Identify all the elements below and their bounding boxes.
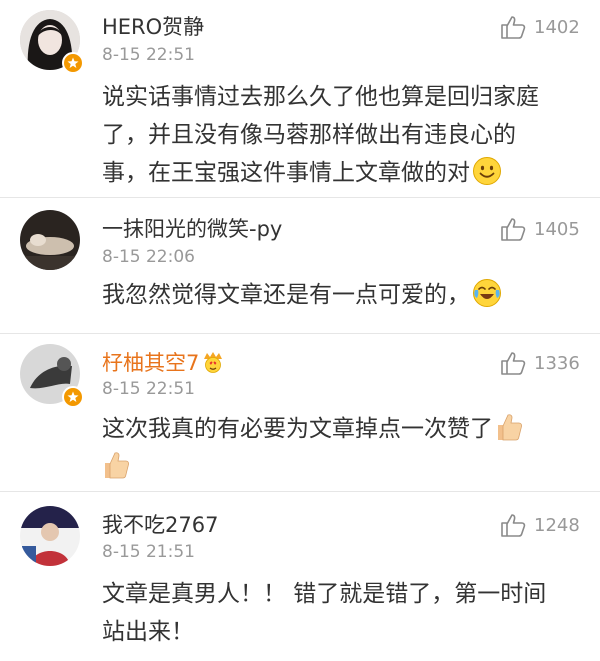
username[interactable]: HERO贺静 — [102, 14, 204, 40]
comment-text-line — [102, 448, 542, 486]
comment-item: HERO贺静 8-15 22:51 1402 说实话事情过去那么久了他也算是回归… — [0, 0, 600, 198]
thumbs-up-icon — [501, 352, 526, 375]
comment-text: 说实话事情过去那么久了他也算是回归家庭 了，并且没有像马蓉那样做出有违良心的 事… — [102, 78, 539, 192]
username[interactable]: 杍柚其空7 — [102, 350, 225, 376]
like-button[interactable]: 1248 — [500, 512, 580, 538]
verified-badge-icon — [62, 386, 84, 408]
comment-text-line: 站出来！ — [102, 619, 194, 645]
like-count: 1402 — [534, 16, 580, 38]
comment-text: 这次我真的有必要为文章掉点一次赞了 — [102, 410, 542, 486]
like-count: 1405 — [534, 218, 580, 240]
like-button[interactable]: 1405 — [500, 216, 580, 242]
thumbs-up-icon — [501, 16, 526, 39]
smile-emoji-icon — [473, 157, 501, 185]
comment-time: 8-15 22:06 — [102, 247, 195, 267]
comment-text-segment: 这次我真的有必要为文章掉点一次赞了 — [102, 416, 493, 442]
comment-text: 我忽然觉得文章还是有一点可爱的， — [102, 276, 532, 314]
comment-text-line: 了，并且没有像马蓉那样做出有违良心的 — [102, 122, 516, 148]
username-text: 杍柚其空7 — [102, 351, 200, 375]
thumbs-up-icon — [501, 514, 526, 537]
comment-text: 文章是真男人！！ 错了就是错了，第一时间 站出来！ — [102, 575, 562, 651]
thumbs-up-emoji-icon — [498, 414, 522, 441]
like-count: 1336 — [534, 352, 580, 374]
comment-text-segment: 事，在王宝强这件事情上文章做的对 — [102, 160, 470, 186]
comment-item: 一抹阳光的微笑-py 8-15 22:06 1405 我忽然觉得文章还是有一点可… — [0, 198, 600, 334]
avatar[interactable] — [20, 506, 80, 566]
comment-time: 8-15 22:51 — [102, 45, 195, 65]
thumbs-up-icon — [501, 218, 526, 241]
comment-text-line: 说实话事情过去那么久了他也算是回归家庭 — [102, 84, 539, 110]
comment-text-line: 事，在王宝强这件事情上文章做的对 — [102, 154, 532, 192]
username[interactable]: 一抹阳光的微笑-py — [102, 216, 282, 242]
avatar[interactable] — [20, 210, 80, 270]
avatar-photo — [20, 210, 80, 270]
like-button[interactable]: 1402 — [500, 14, 580, 40]
like-count: 1248 — [534, 514, 580, 536]
verified-badge-icon — [62, 52, 84, 74]
comment-time: 8-15 21:51 — [102, 542, 195, 562]
comment-text-segment: 我忽然觉得文章还是有一点可爱的， — [102, 282, 470, 308]
comment-time: 8-15 22:51 — [102, 379, 195, 399]
comment-text-line: 这次我真的有必要为文章掉点一次赞了 — [102, 410, 542, 448]
like-button[interactable]: 1336 — [500, 350, 580, 376]
thumbs-up-emoji-icon — [105, 452, 129, 479]
comment-text-line: 文章是真男人！！ 错了就是错了，第一时间 — [102, 581, 547, 607]
avatar-photo — [20, 506, 80, 566]
crown-heart-eyes-icon — [204, 352, 223, 373]
laugh-cry-emoji-icon — [473, 279, 501, 307]
comment-item: 我不吃2767 8-15 21:51 1248 文章是真男人！！ 错了就是错了，… — [0, 492, 600, 661]
comment-text-line: 我忽然觉得文章还是有一点可爱的， — [102, 276, 532, 314]
username[interactable]: 我不吃2767 — [102, 512, 218, 538]
comment-item: 杍柚其空7 8-15 22:51 1336 这次我真的有必要为文章掉点一次赞了 — [0, 334, 600, 492]
